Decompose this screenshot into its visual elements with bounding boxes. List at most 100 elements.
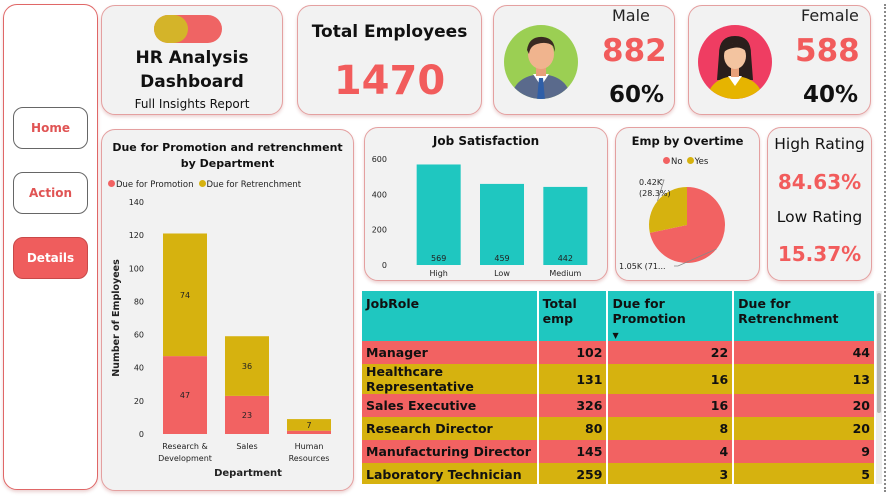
y-tick-label: 0 bbox=[139, 430, 144, 439]
data-label: 7 bbox=[306, 421, 311, 430]
sort-desc-icon: ▼ bbox=[612, 331, 619, 340]
jobrole-table: JobRole Total emp Due for Promotion ▼ Due… bbox=[362, 291, 876, 484]
cell-value: 16 bbox=[607, 364, 735, 394]
cell-value: 13 bbox=[733, 364, 876, 394]
page-divider bbox=[884, 4, 886, 492]
table-scrollbar[interactable] bbox=[876, 291, 882, 484]
cell-value: 8 bbox=[607, 417, 735, 440]
pie-label-yes-percent: (28.3%) bbox=[639, 189, 671, 198]
data-label: 23 bbox=[242, 411, 252, 420]
y-tick-label: 40 bbox=[134, 364, 144, 373]
cell-value: 5 bbox=[733, 463, 876, 484]
cell-value: 102 bbox=[537, 341, 609, 364]
home-button[interactable]: Home bbox=[13, 107, 88, 149]
jobrole-table-container: JobRole Total emp Due for Promotion ▼ Due… bbox=[362, 291, 876, 484]
male-count: 882 bbox=[602, 33, 667, 69]
cell-value: 22 bbox=[607, 341, 735, 364]
female-card: Female 588 40% bbox=[688, 5, 871, 115]
cell-jobrole: Laboratory Technician bbox=[362, 463, 539, 484]
male-avatar-icon bbox=[504, 25, 578, 99]
total-employees-value: 1470 bbox=[333, 58, 446, 104]
female-label: Female bbox=[801, 6, 859, 25]
high-rating-label: High Rating bbox=[774, 135, 865, 153]
y-tick-label: 200 bbox=[372, 226, 387, 235]
female-count: 588 bbox=[795, 33, 860, 69]
header-due-promotion-label: Due for Promotion bbox=[612, 296, 686, 326]
cell-value: 4 bbox=[607, 440, 735, 463]
x-tick-label: Human bbox=[295, 442, 324, 451]
male-percent: 60% bbox=[609, 82, 665, 108]
cell-jobrole: Healthcare Representative bbox=[362, 364, 539, 394]
bar-satisfaction bbox=[416, 164, 461, 265]
data-label: 459 bbox=[494, 254, 509, 263]
cell-value: 80 bbox=[537, 417, 609, 440]
y-tick-label: 100 bbox=[129, 264, 144, 273]
x-tick-label: Low bbox=[494, 269, 510, 278]
dashboard-subtitle: Full Insights Report bbox=[134, 97, 250, 111]
low-rating-value: 15.37% bbox=[777, 242, 862, 266]
y-tick-label: 400 bbox=[372, 190, 387, 199]
x-tick-label: Sales bbox=[236, 442, 257, 451]
action-button[interactable]: Action bbox=[13, 172, 88, 214]
promotion-chart-plot: 0 20 40 60 80 100 120 140 47 74 Research & Developm… bbox=[111, 198, 331, 479]
y-tick-label: 60 bbox=[134, 331, 144, 340]
cell-value: 9 bbox=[733, 440, 876, 463]
job-satisfaction-card: Job Satisfaction 0 200 400 600 569 High 459 Low… bbox=[364, 127, 608, 281]
cell-jobrole: Manager bbox=[362, 341, 539, 364]
x-axis-title: Department bbox=[214, 468, 282, 479]
cell-value: 16 bbox=[607, 394, 735, 417]
x-tick-label: Development bbox=[158, 454, 212, 463]
toggle-switch[interactable] bbox=[154, 15, 222, 43]
header-due-retrenchment[interactable]: Due for Retrenchment bbox=[733, 291, 876, 341]
cell-jobrole: Manufacturing Director bbox=[362, 440, 539, 463]
x-tick-label: Research & bbox=[162, 442, 207, 451]
table-scrollbar-thumb[interactable] bbox=[877, 293, 881, 413]
cell-jobrole: Research Director bbox=[362, 417, 539, 440]
y-tick-label: 600 bbox=[372, 155, 387, 164]
header-total-emp[interactable]: Total emp bbox=[537, 291, 609, 341]
table-row[interactable]: Research Director 80 8 20 bbox=[362, 417, 876, 440]
details-button[interactable]: Details bbox=[13, 237, 88, 279]
table-header-row: JobRole Total emp Due for Promotion ▼ Due… bbox=[362, 291, 876, 341]
high-rating-value: 84.63% bbox=[777, 170, 862, 194]
male-card: Male 882 60% bbox=[493, 5, 675, 115]
data-label: 569 bbox=[431, 254, 446, 263]
y-tick-label: 120 bbox=[129, 231, 144, 240]
female-percent: 40% bbox=[803, 82, 859, 108]
cell-value: 131 bbox=[537, 364, 609, 394]
dashboard-title-line1: HR Analysis bbox=[135, 48, 249, 68]
overtime-card: Emp by Overtime No Yes 0.42K (28.3%) 1.05K… bbox=[615, 127, 760, 281]
sidebar: Home Action Details bbox=[3, 4, 98, 490]
data-label: 36 bbox=[242, 362, 252, 371]
data-label: 47 bbox=[180, 391, 190, 400]
header-jobrole[interactable]: JobRole bbox=[362, 291, 539, 341]
female-avatar-icon bbox=[698, 25, 772, 99]
table-row[interactable]: Healthcare Representative 131 16 13 bbox=[362, 364, 876, 394]
pie-label-no: 1.05K (71... bbox=[619, 262, 666, 271]
total-employees-card: Total Employees 1470 bbox=[297, 5, 482, 115]
overtime-pie: 0.42K (28.3%) 1.05K (71... bbox=[619, 178, 725, 271]
y-tick-label: 20 bbox=[134, 397, 144, 406]
cell-value: 326 bbox=[537, 394, 609, 417]
toggle-knob[interactable] bbox=[154, 15, 188, 43]
table-row[interactable]: Sales Executive 326 16 20 bbox=[362, 394, 876, 417]
y-tick-label: 140 bbox=[129, 198, 144, 207]
table-row[interactable]: Manager 102 22 44 bbox=[362, 341, 876, 364]
header-due-promotion[interactable]: Due for Promotion ▼ bbox=[607, 291, 735, 341]
low-rating-label: Low Rating bbox=[776, 208, 863, 226]
cell-value: 145 bbox=[537, 440, 609, 463]
cell-value: 259 bbox=[537, 463, 609, 484]
bar-satisfaction bbox=[480, 183, 524, 265]
pie-label-yes: 0.42K bbox=[639, 178, 663, 187]
dashboard-title-line2: Dashboard bbox=[140, 72, 244, 92]
cell-jobrole: Sales Executive bbox=[362, 394, 539, 417]
title-card: HR Analysis Dashboard Full Insights Repo… bbox=[101, 5, 283, 115]
cell-value: 3 bbox=[607, 463, 735, 484]
job-satisfaction-plot: 0 200 400 600 569 High 459 Low 442 Medium bbox=[372, 155, 588, 278]
x-tick-label: High bbox=[429, 269, 447, 278]
cell-value: 44 bbox=[733, 341, 876, 364]
table-row[interactable]: Laboratory Technician 259 3 5 bbox=[362, 463, 876, 484]
y-tick-label: 80 bbox=[134, 297, 144, 306]
table-row[interactable]: Manufacturing Director 145 4 9 bbox=[362, 440, 876, 463]
y-tick-label: 0 bbox=[382, 261, 387, 270]
